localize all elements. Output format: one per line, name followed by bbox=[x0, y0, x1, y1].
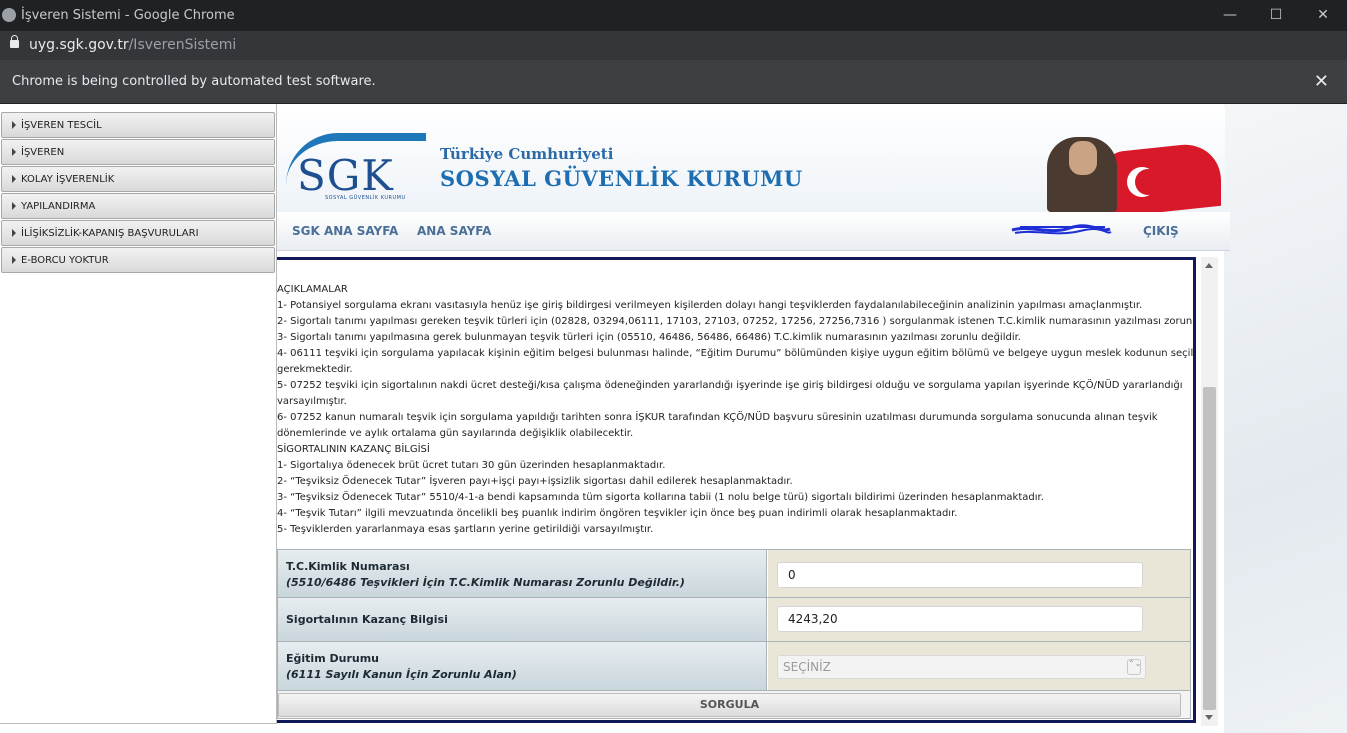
turkish-flag-image bbox=[1103, 140, 1221, 212]
url-text[interactable]: uyg.sgk.gov.tr/IsverenSistemi bbox=[29, 37, 236, 53]
menu-item-label: E-BORCU YOKTUR bbox=[21, 255, 109, 266]
explanation-line: 2- Sigortalı tanımı yapılması gereken te… bbox=[277, 316, 1196, 327]
flag-crescent-cut bbox=[1135, 169, 1161, 195]
infobar-message: Chrome is being controlled by automated … bbox=[12, 74, 376, 89]
explanation-line: 1- Sigortalıya ödenecek brüt ücret tutar… bbox=[277, 460, 666, 471]
explanation-line: gerekmektedir. bbox=[277, 364, 353, 375]
education-value-cell: SEÇİNİZ ⌃⌄ bbox=[768, 642, 1190, 690]
query-form: T.C.Kimlik Numarası (5510/6486 Teşvikler… bbox=[277, 549, 1191, 719]
address-bar[interactable]: uyg.sgk.gov.tr/IsverenSistemi bbox=[0, 31, 1347, 60]
minimize-button[interactable]: — bbox=[1207, 0, 1253, 31]
menu-item-isveren-tescil[interactable]: İŞVEREN TESCİL bbox=[1, 112, 275, 138]
menu-item-label: İŞVEREN bbox=[21, 147, 65, 158]
scroll-down-icon[interactable] bbox=[1205, 715, 1213, 720]
explanation-line: 1- Potansiyel sorgulama ekranı vasıtasıy… bbox=[277, 300, 1143, 311]
menu-item-label: YAPILANDIRMA bbox=[21, 201, 96, 212]
submit-row: SORGULA bbox=[277, 691, 1191, 719]
explanation-line: 3- “Teşviksiz Ödenecek Tutar” 5510/4-1-a… bbox=[277, 492, 1044, 503]
explanation-line: dönemlerinde ve aylık ortalama gün sayıl… bbox=[277, 428, 634, 439]
tc-input[interactable]: 0 bbox=[777, 562, 1143, 588]
explanation-line: AÇIKLAMALAR bbox=[277, 284, 348, 295]
tc-note: (5510/6486 Teşvikleri İçin T.C.Kimlik Nu… bbox=[286, 576, 685, 589]
explanation-line: 5- Teşviklerden yararlanmaya esas şartla… bbox=[277, 524, 654, 535]
side-menu: İŞVEREN TESCİL İŞVEREN KOLAY İŞVERENLİK … bbox=[0, 104, 277, 724]
window-title: İşveren Sistemi - Google Chrome bbox=[21, 8, 235, 23]
header-institution: SOSYAL GÜVENLİK KURUMU bbox=[440, 166, 803, 191]
sgk-header: SGK SOSYAL GÜVENLİK KURUMU Türkiye Cumhu… bbox=[277, 107, 1225, 212]
explanation-line: 4- 06111 teşviki için sorgulama yapılaca… bbox=[277, 348, 1196, 359]
close-window-button[interactable]: ✕ bbox=[1300, 0, 1346, 31]
url-path: /IsverenSistemi bbox=[128, 37, 237, 53]
globe-icon bbox=[2, 8, 16, 22]
earnings-label: Sigortalının Kazanç Bilgisi bbox=[286, 613, 448, 626]
triangle-right-icon bbox=[12, 121, 16, 129]
page-background bbox=[1224, 104, 1347, 733]
explanation-line: varsayılmıştır. bbox=[277, 396, 347, 407]
explanation-line: 3- Sigortalı tanımı yapılmasına gerek bu… bbox=[277, 332, 1021, 343]
page: İŞVEREN TESCİL İŞVEREN KOLAY İŞVERENLİK … bbox=[0, 104, 1347, 733]
earnings-input[interactable]: 4243,20 bbox=[777, 606, 1143, 632]
updown-icon: ⌃⌄ bbox=[1127, 659, 1141, 675]
menu-item-label: İŞVEREN TESCİL bbox=[21, 120, 102, 131]
sgk-logo: SGK bbox=[297, 151, 394, 200]
education-selected-value: SEÇİNİZ bbox=[783, 660, 831, 674]
menu-item-label: İLİŞİKSİZLİK-KAPANIŞ BAŞVURULARI bbox=[21, 228, 199, 239]
url-domain: uyg.sgk.gov.tr bbox=[29, 37, 129, 53]
menu-item-yapilandirma[interactable]: YAPILANDIRMA bbox=[1, 193, 275, 219]
triangle-right-icon bbox=[12, 148, 16, 156]
explanation-line: SİGORTALININ KAZANÇ BİLGİSİ bbox=[277, 444, 430, 455]
menu-item-label: KOLAY İŞVERENLİK bbox=[21, 174, 115, 185]
content-scrollbar[interactable] bbox=[1201, 257, 1218, 726]
triangle-right-icon bbox=[12, 256, 16, 264]
menu-item-e-borcu-yoktur[interactable]: E-BORCU YOKTUR bbox=[1, 247, 275, 273]
maximize-button[interactable]: ☐ bbox=[1253, 0, 1299, 31]
explanation-line: 6- 07252 kanun numaralı teşvik için sorg… bbox=[277, 412, 1158, 423]
redacted-username bbox=[1011, 224, 1112, 235]
explanation-line: 2- “Teşviksiz Ödenecek Tutar” İşveren pa… bbox=[277, 476, 793, 487]
nav-bar: SGK ANA SAYFA ANA SAYFA ÇIKIŞ bbox=[277, 212, 1230, 251]
sorgula-button[interactable]: SORGULA bbox=[278, 693, 1181, 717]
triangle-right-icon bbox=[12, 202, 16, 210]
earnings-label-cell: Sigortalının Kazanç Bilgisi bbox=[278, 598, 767, 641]
automation-infobar: Chrome is being controlled by automated … bbox=[0, 60, 1347, 104]
header-republic: Türkiye Cumhuriyeti bbox=[440, 145, 614, 163]
triangle-right-icon bbox=[12, 229, 16, 237]
portrait-face bbox=[1069, 141, 1097, 175]
lock-icon bbox=[10, 35, 19, 48]
explanations: AÇIKLAMALAR 1- Potansiyel sorgulama ekra… bbox=[277, 282, 1196, 538]
menu-item-kolay-isverenlik[interactable]: KOLAY İŞVERENLİK bbox=[1, 166, 275, 192]
chrome-titlebar: İşveren Sistemi - Google Chrome — ☐ ✕ bbox=[0, 0, 1347, 31]
tc-label-cell: T.C.Kimlik Numarası (5510/6486 Teşvikler… bbox=[278, 550, 767, 597]
tc-value-cell: 0 bbox=[768, 550, 1190, 597]
education-row: Eğitim Durumu (6111 Sayılı Kanun İçin Zo… bbox=[277, 642, 1191, 691]
content-panel: AÇIKLAMALAR 1- Potansiyel sorgulama ekra… bbox=[277, 257, 1196, 723]
explanation-line: 5- 07252 teşviki için sigortalının nakdi… bbox=[277, 380, 1183, 391]
sgk-logo-subtitle: SOSYAL GÜVENLİK KURUMU bbox=[325, 195, 406, 201]
menu-item-isveren[interactable]: İŞVEREN bbox=[1, 139, 275, 165]
logout-link[interactable]: ÇIKIŞ bbox=[1143, 224, 1179, 238]
tc-label: T.C.Kimlik Numarası bbox=[286, 560, 410, 573]
education-select[interactable]: SEÇİNİZ ⌃⌄ bbox=[777, 655, 1146, 679]
education-note: (6111 Sayılı Kanun İçin Zorunlu Alan) bbox=[286, 668, 517, 681]
earnings-value-cell: 4243,20 bbox=[768, 598, 1190, 641]
explanation-line: 4- “Teşvik Tutarı” ilgili mevzuatında ön… bbox=[277, 508, 958, 519]
scroll-thumb[interactable] bbox=[1203, 387, 1216, 710]
home-link[interactable]: ANA SAYFA bbox=[417, 224, 491, 238]
scroll-up-icon[interactable] bbox=[1205, 263, 1213, 268]
education-label-cell: Eğitim Durumu (6111 Sayılı Kanun İçin Zo… bbox=[278, 642, 767, 690]
menu-item-iliksizlik[interactable]: İLİŞİKSİZLİK-KAPANIŞ BAŞVURULARI bbox=[1, 220, 275, 246]
infobar-close-icon[interactable]: ✕ bbox=[1314, 71, 1329, 92]
triangle-right-icon bbox=[12, 175, 16, 183]
education-label: Eğitim Durumu bbox=[286, 652, 379, 665]
sgk-home-link[interactable]: SGK ANA SAYFA bbox=[292, 224, 398, 238]
tc-row: T.C.Kimlik Numarası (5510/6486 Teşvikler… bbox=[277, 549, 1191, 598]
earnings-row: Sigortalının Kazanç Bilgisi 4243,20 bbox=[277, 598, 1191, 642]
